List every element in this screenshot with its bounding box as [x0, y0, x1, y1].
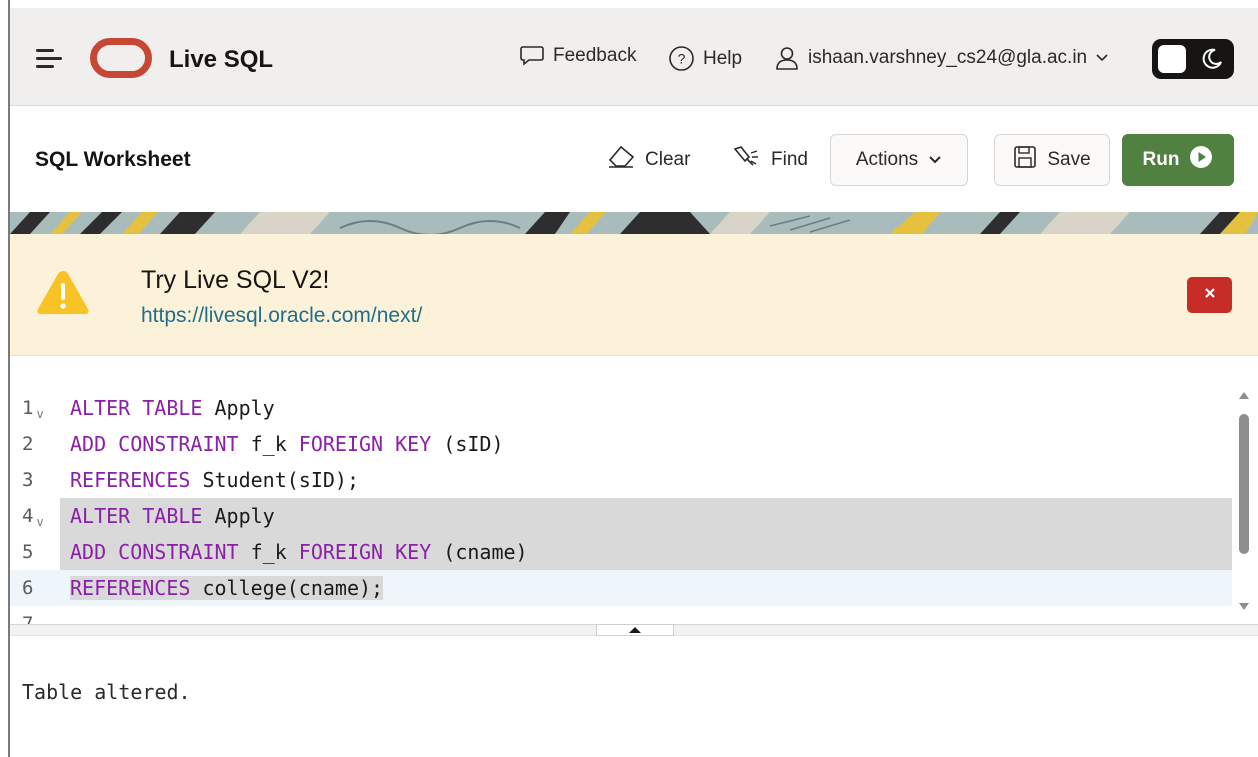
sql-text: (cname)	[431, 540, 528, 564]
user-menu[interactable]: ishaan.varshney_cs24@gla.ac.in	[774, 45, 1109, 71]
save-label: Save	[1047, 149, 1091, 170]
user-email: ishaan.varshney_cs24@gla.ac.in	[808, 47, 1088, 68]
clear-label: Clear	[645, 149, 691, 170]
code-line[interactable]: ALTER TABLE Apply	[60, 390, 1232, 426]
toggle-knob	[1158, 45, 1186, 73]
find-label: Find	[771, 149, 808, 170]
actions-label: Actions	[855, 149, 919, 170]
chevron-down-icon	[928, 149, 942, 171]
find-button[interactable]: Find	[733, 134, 808, 186]
sql-editor[interactable]: 1v234v567 ALTER TABLE Apply ADD CONSTRAIN…	[10, 384, 1258, 624]
sql-keyword: ADD CONSTRAINT	[70, 540, 239, 564]
actions-menu-button[interactable]: Actions	[830, 134, 968, 186]
theme-toggle[interactable]	[1152, 39, 1234, 79]
play-circle-icon	[1189, 145, 1213, 175]
feedback-label: Feedback	[553, 45, 637, 66]
flashlight-icon	[733, 145, 761, 175]
help-label: Help	[703, 47, 743, 69]
sql-keyword: FOREIGN KEY	[298, 540, 432, 564]
floppy-disk-icon	[1013, 145, 1037, 175]
sql-keyword: ALTER TABLE	[70, 504, 203, 528]
svg-text:?: ?	[678, 51, 686, 67]
fold-toggle-icon[interactable]: v	[36, 515, 43, 529]
fold-toggle-icon[interactable]: v	[36, 407, 43, 421]
sql-keyword: ADD CONSTRAINT	[70, 432, 239, 456]
eraser-icon	[607, 145, 635, 175]
sql-keyword: ALTER TABLE	[70, 396, 203, 420]
user-icon	[774, 45, 800, 71]
sql-text: Apply	[202, 396, 275, 420]
line-number: 2	[22, 433, 34, 455]
close-icon	[1204, 286, 1216, 304]
line-number: 1v	[22, 397, 44, 421]
help-icon: ?	[668, 45, 695, 72]
pane-resize-handle[interactable]	[596, 624, 674, 636]
feedback-link[interactable]: Feedback	[519, 45, 636, 67]
alert-close-button[interactable]	[1187, 277, 1232, 313]
sql-text: Student(sID);	[190, 468, 359, 492]
app-header: Live SQL Feedback ? Help ishaan.varshney…	[10, 8, 1258, 106]
chat-bubble-icon	[519, 45, 545, 67]
line-number: 5	[22, 541, 34, 563]
livesql-v2-link[interactable]: https://livesql.oracle.com/next/	[141, 304, 422, 328]
help-link[interactable]: ? Help	[668, 45, 742, 72]
sql-keyword: REFERENCES	[70, 468, 191, 492]
caret-up-icon	[629, 627, 641, 633]
code-line[interactable]: REFERENCES Student(sID);	[60, 462, 1232, 498]
scroll-thumb[interactable]	[1239, 414, 1249, 554]
sql-keyword: FOREIGN KEY	[298, 432, 432, 456]
app-title: Live SQL	[169, 46, 274, 73]
scroll-up-icon[interactable]	[1238, 390, 1250, 400]
sql-keyword: REFERENCES	[70, 576, 191, 600]
editor-scrollbar[interactable]	[1235, 384, 1258, 624]
code-line[interactable]: ADD CONSTRAINT f_k FOREIGN KEY (cname)	[60, 534, 1232, 570]
alert-title: Try Live SQL V2!	[141, 266, 330, 294]
chevron-down-icon	[1095, 53, 1109, 63]
line-number: 4v	[22, 505, 44, 529]
run-button[interactable]: Run	[1122, 134, 1234, 186]
scroll-down-icon[interactable]	[1238, 602, 1250, 612]
window-left-border	[8, 0, 10, 757]
script-output: Table altered.	[22, 680, 191, 704]
decorative-banner-strip	[10, 212, 1258, 234]
code-area[interactable]: ALTER TABLE Apply ADD CONSTRAINT f_k FORE…	[60, 384, 1232, 624]
menu-icon[interactable]	[36, 49, 64, 69]
code-line[interactable]: REFERENCES college(cname);	[60, 570, 1232, 606]
warning-icon	[35, 267, 91, 322]
sql-text: f_k	[238, 540, 299, 564]
code-line[interactable]: ADD CONSTRAINT f_k FOREIGN KEY (sID)	[60, 426, 1232, 462]
line-number: 7	[22, 613, 34, 624]
line-number: 6	[10, 570, 60, 606]
clear-button[interactable]: Clear	[607, 134, 690, 186]
code-line[interactable]: ALTER TABLE Apply	[60, 498, 1232, 534]
info-alert-banner: Try Live SQL V2! https://livesql.oracle.…	[10, 234, 1258, 356]
line-number-gutter: 1v 2 3 4v 5 6 7	[10, 384, 60, 624]
sql-text: (sID)	[431, 432, 504, 456]
moon-icon	[1202, 48, 1222, 69]
sql-text: Apply	[202, 504, 275, 528]
sql-text: college(cname);	[190, 576, 384, 600]
save-button[interactable]: Save	[994, 134, 1110, 186]
oracle-logo	[90, 38, 152, 78]
worksheet-title: SQL Worksheet	[35, 148, 191, 171]
line-number: 3	[22, 469, 34, 491]
sql-text: f_k	[238, 432, 299, 456]
worksheet-toolbar: SQL Worksheet Clear Find Actions Save Ru…	[10, 106, 1258, 212]
run-label: Run	[1142, 149, 1180, 170]
